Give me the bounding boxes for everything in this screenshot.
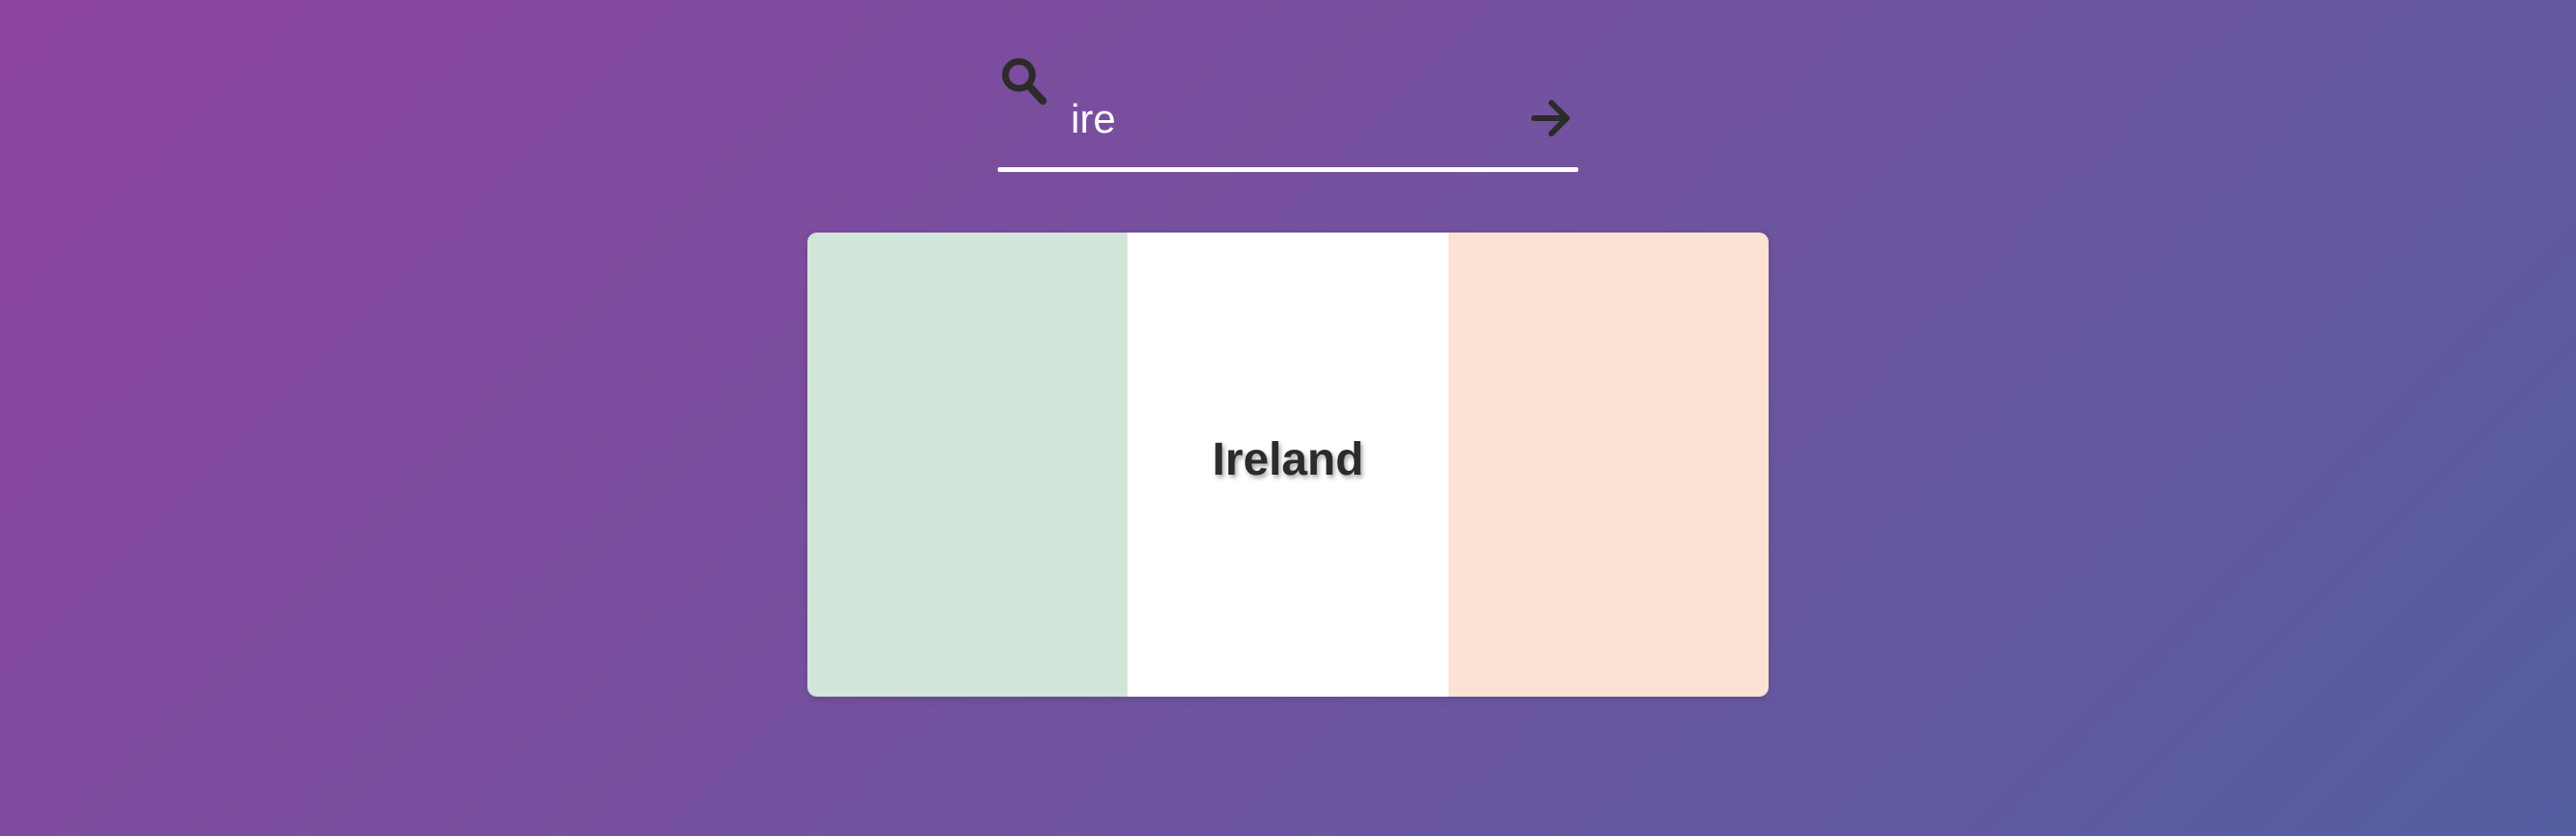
search-underline xyxy=(998,167,1578,172)
country-flag-card[interactable]: Ireland xyxy=(807,233,1769,697)
arrow-right-icon xyxy=(1528,100,1574,145)
search-icon[interactable] xyxy=(998,54,1050,110)
search-input[interactable] xyxy=(1071,90,1494,148)
flag-stripe-white xyxy=(1127,233,1449,697)
search-bar xyxy=(998,48,1578,173)
flag-stripe-green xyxy=(807,233,1128,697)
search-submit-button[interactable] xyxy=(1528,94,1574,142)
flag-stripe-orange xyxy=(1448,233,1769,697)
